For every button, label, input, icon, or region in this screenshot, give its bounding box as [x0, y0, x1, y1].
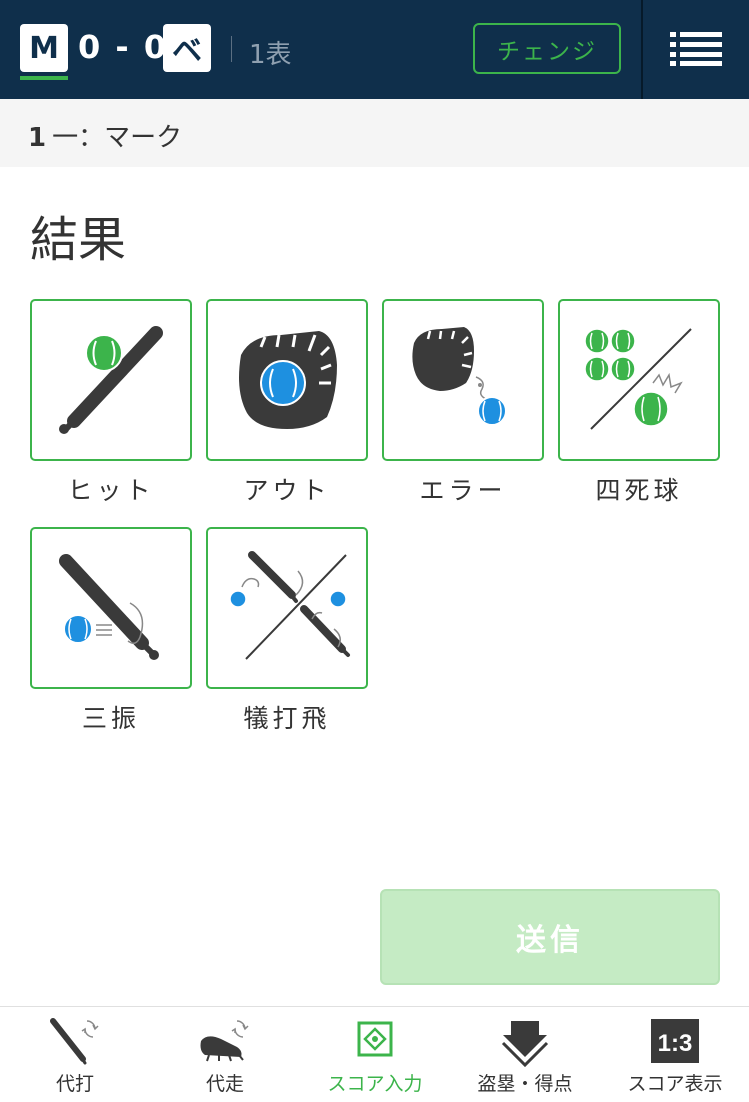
- header-separator: [231, 36, 232, 62]
- result-walk[interactable]: 四死球: [558, 299, 720, 507]
- header-divider: [641, 0, 643, 99]
- nav-score-input-label: スコア入力: [327, 1073, 423, 1095]
- result-out-label: アウト: [243, 476, 331, 505]
- result-out-button[interactable]: [206, 299, 368, 461]
- sacrifice-icon: [229, 551, 350, 660]
- nav-score-input[interactable]: スコア入力: [300, 1007, 450, 1102]
- nav-pinch-hitter[interactable]: 代打: [0, 1007, 150, 1102]
- score-input-icon: [357, 1021, 393, 1057]
- result-strikeout-button[interactable]: [30, 527, 192, 689]
- score-display-icon: 1:3: [651, 1019, 699, 1063]
- nav-score-display-label: スコア表示: [627, 1073, 723, 1095]
- nav-pinch-runner-label: 代走: [205, 1073, 244, 1095]
- result-error-label: エラー: [419, 476, 507, 505]
- nav-pinch-hitter-label: 代打: [55, 1073, 94, 1095]
- result-hit-button[interactable]: [30, 299, 192, 461]
- home-team-badge[interactable]: M: [20, 24, 68, 72]
- out-icon: [239, 331, 337, 429]
- inning-label: 1表: [249, 40, 292, 70]
- change-button[interactable]: チェンジ: [473, 23, 621, 74]
- error-icon: [412, 327, 507, 426]
- bottom-nav: 代打 代走 スコア入力 盗塁・得点 1:3 スコア表示: [0, 1006, 749, 1102]
- result-hit[interactable]: ヒット: [30, 299, 192, 507]
- section-title: 結果: [30, 212, 127, 268]
- batting-order: 1: [28, 123, 47, 153]
- strikeout-icon: [59, 554, 159, 660]
- hamburger-menu-icon[interactable]: [670, 32, 722, 66]
- hit-icon: [59, 326, 163, 434]
- walk-icon: [584, 328, 692, 430]
- top-header: M 0 - 0 ベ 1表 チェンジ: [0, 0, 749, 99]
- pinch-hitter-icon: [50, 1018, 99, 1065]
- away-team-badge[interactable]: ベ: [163, 24, 211, 72]
- result-strikeout-label: 三振: [81, 704, 140, 733]
- nav-pinch-runner[interactable]: 代走: [150, 1007, 300, 1102]
- result-error[interactable]: エラー: [382, 299, 544, 507]
- result-sacrifice-button[interactable]: [206, 527, 368, 689]
- result-out[interactable]: アウト: [206, 299, 368, 507]
- steal-score-icon: [501, 1021, 549, 1067]
- result-sacrifice-label: 犠打飛: [243, 704, 331, 733]
- result-walk-label: 四死球: [595, 476, 683, 505]
- score-display: 0 - 0: [78, 28, 169, 66]
- result-hit-label: ヒット: [67, 476, 155, 505]
- pinch-runner-icon: [200, 1020, 249, 1062]
- result-sacrifice[interactable]: 犠打飛: [206, 527, 368, 735]
- score-display-icon-text: 1:3: [658, 1030, 693, 1057]
- result-error-button[interactable]: [382, 299, 544, 461]
- batter-name: 一：マーク: [52, 123, 183, 153]
- nav-score-display[interactable]: 1:3 スコア表示: [600, 1007, 749, 1102]
- nav-steal-score-label: 盗塁・得点: [477, 1073, 573, 1095]
- nav-steal-score[interactable]: 盗塁・得点: [450, 1007, 600, 1102]
- result-strikeout[interactable]: 三振: [30, 527, 192, 735]
- active-team-indicator: [20, 76, 68, 80]
- send-button[interactable]: 送信: [380, 889, 720, 985]
- current-batter: 1 一：マーク: [28, 117, 182, 154]
- result-walk-button[interactable]: [558, 299, 720, 461]
